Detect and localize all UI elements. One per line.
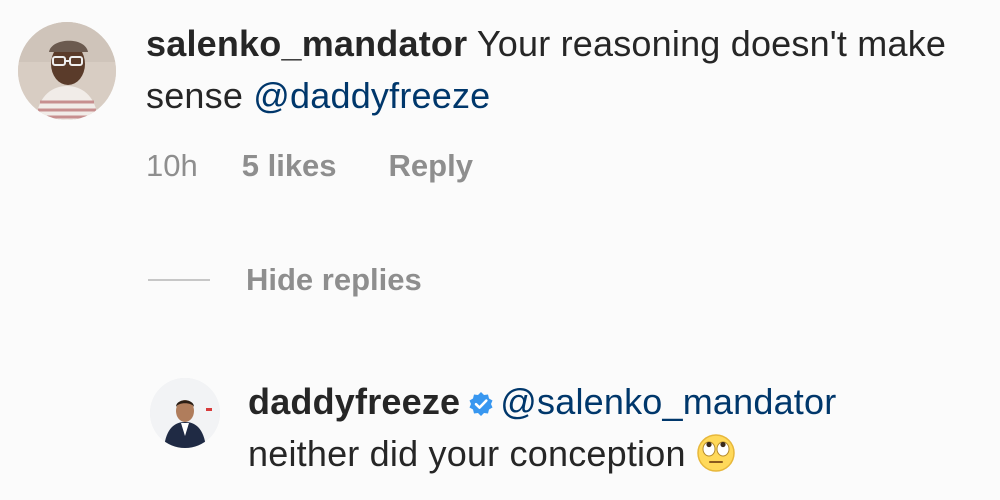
hide-replies-button[interactable]: Hide replies xyxy=(148,262,422,298)
reply-username[interactable]: daddyfreeze xyxy=(248,381,460,422)
comments-thread: salenko_mandator Your reasoning doesn't … xyxy=(0,0,1000,500)
comment-username[interactable]: salenko_mandator xyxy=(146,23,467,64)
reply-text: daddyfreeze @salenko_mandator neither di… xyxy=(248,376,988,480)
comment-mention[interactable]: @daddyfreeze xyxy=(253,75,490,116)
divider-line xyxy=(148,279,210,281)
reply-mention[interactable]: @salenko_mandator xyxy=(500,381,836,422)
avatar-photo-icon xyxy=(150,378,220,448)
reply-body: daddyfreeze @salenko_mandator neither di… xyxy=(248,376,988,480)
face-with-rolling-eyes-icon xyxy=(696,434,735,472)
comment-text: salenko_mandator Your reasoning doesn't … xyxy=(146,18,966,122)
comment-timestamp: 10h xyxy=(146,148,198,183)
hide-replies-label: Hide replies xyxy=(246,262,422,297)
reply-message: neither did your conception xyxy=(248,433,686,474)
avatar-photo-icon xyxy=(18,22,116,120)
reply-button[interactable]: Reply xyxy=(389,148,473,184)
verified-badge-icon xyxy=(469,392,493,416)
reply-avatar[interactable] xyxy=(150,378,220,448)
comment-likes-count[interactable]: 5 likes xyxy=(242,148,337,184)
commenter-avatar[interactable] xyxy=(18,22,116,120)
comment-meta: 10h 5 likes Reply xyxy=(146,148,966,184)
comment-body: salenko_mandator Your reasoning doesn't … xyxy=(146,18,966,184)
